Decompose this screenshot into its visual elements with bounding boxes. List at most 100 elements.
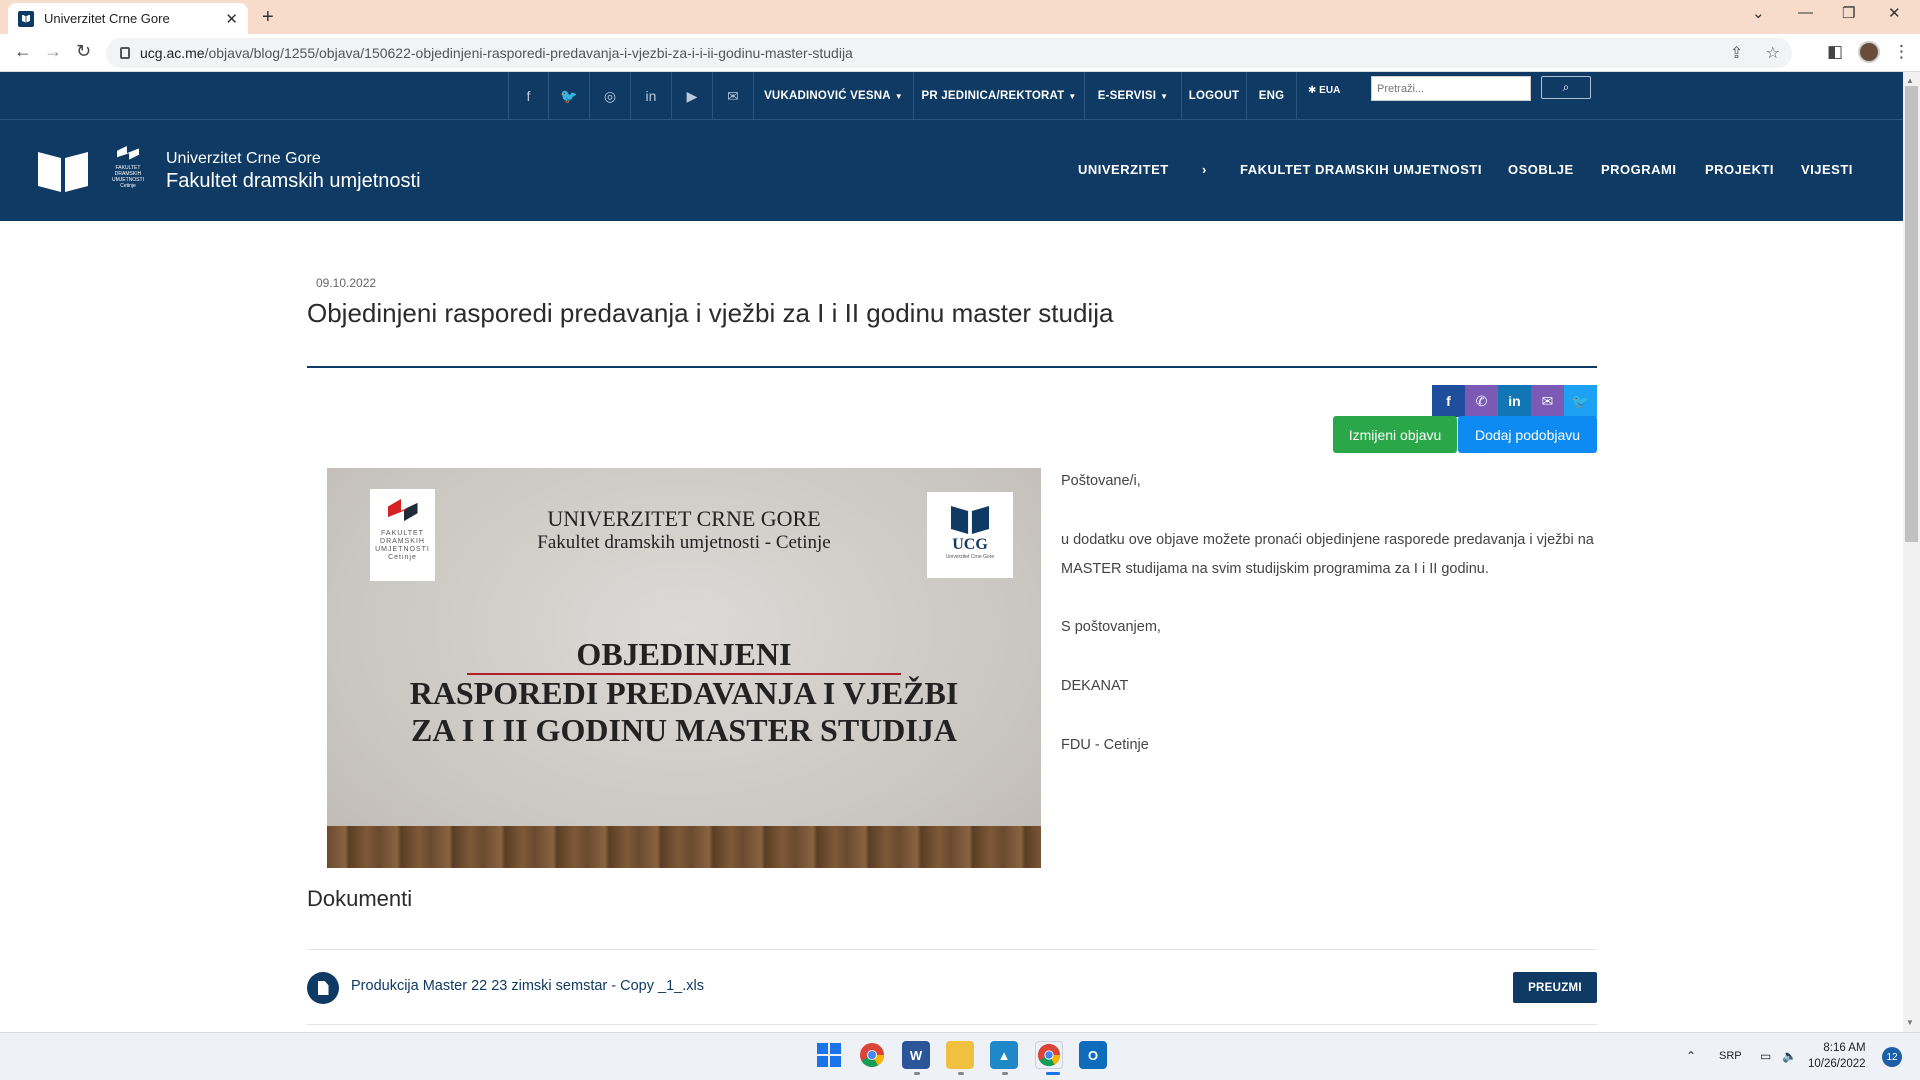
share-facebook-button[interactable]: f	[1432, 385, 1465, 417]
browser-tab-bar: Univerzitet Crne Gore ✕ + ⌄ — ❐ ✕	[0, 0, 1920, 34]
volume-icon[interactable]: 🔈	[1782, 1049, 1797, 1063]
document-link[interactable]: Produkcija Master 22 23 zimski semstar -…	[351, 978, 704, 994]
clock-date: 10/26/2022	[1808, 1058, 1866, 1070]
browser-menu-icon[interactable]: ⋮	[1893, 42, 1910, 62]
body-paragraph: u dodatku ove objave možete pronaći obje…	[1061, 531, 1594, 577]
fdu-logo-text: FAKULTET DRAMSKIH UMJETNOSTI Cetinje	[112, 165, 144, 189]
input-language[interactable]: SRP	[1719, 1050, 1742, 1062]
photos-running-indicator	[1002, 1072, 1008, 1075]
scrollbar-thumb[interactable]	[1905, 86, 1918, 542]
omnibox-actions: ⇪ ☆	[1730, 43, 1780, 63]
logout-label: LOGOUT	[1188, 90, 1240, 102]
fdu-mark-icon	[117, 146, 139, 160]
side-panel-icon[interactable]: ◧	[1827, 42, 1843, 62]
notification-badge[interactable]: 12	[1882, 1047, 1902, 1067]
profile-avatar[interactable]	[1858, 41, 1880, 63]
nav-fakultet[interactable]: FAKULTET DRAMSKIH UMJETNOSTI	[1240, 162, 1482, 177]
brand-faculty[interactable]: Fakultet dramskih umjetnosti	[166, 170, 421, 193]
clock-time: 8:16 AM	[1823, 1042, 1866, 1054]
forward-icon[interactable]: →	[44, 41, 62, 62]
nav-vijesti[interactable]: VIJESTI	[1801, 162, 1853, 177]
close-window-icon[interactable]: ✕	[1888, 4, 1901, 22]
add-subpost-button[interactable]: Dodaj podobjavu	[1458, 416, 1597, 453]
mail-icon[interactable]: ✉	[713, 72, 754, 120]
facebook-icon: f	[1446, 393, 1451, 409]
eservisi-menu-label: E-SERVISI	[1097, 90, 1157, 102]
word-running-indicator	[914, 1072, 920, 1075]
ucg-book-logo-icon[interactable]	[38, 152, 88, 192]
youtube-icon[interactable]: ▶	[672, 72, 713, 120]
windows-start-icon[interactable]	[815, 1041, 843, 1069]
address-bar-row: ← → ↻ ucg.ac.me/objava/blog/1255/objava/…	[0, 34, 1920, 72]
nav-programi[interactable]: PROGRAMI	[1601, 162, 1677, 177]
outlook-icon[interactable]: O	[1079, 1041, 1107, 1069]
close-tab-icon[interactable]: ✕	[225, 10, 238, 28]
search-icon: ⌕	[1562, 80, 1570, 94]
show-hidden-icons-icon[interactable]: ⌃	[1686, 1049, 1696, 1063]
pr-menu[interactable]: PR JEDINICA/REKTORAT ▼	[914, 72, 1085, 120]
image-heading-2: Fakultet dramskih umjetnosti - Cetinje	[537, 532, 831, 553]
chrome-profile-icon[interactable]	[1035, 1041, 1063, 1069]
document-file-icon	[307, 972, 339, 1004]
site-favicon-icon	[18, 10, 34, 27]
eua-logo[interactable]: ✱ EUA	[1308, 85, 1340, 96]
body-spacer	[1061, 496, 1601, 525]
file-explorer-icon[interactable]	[946, 1041, 974, 1069]
share-email-button[interactable]: ✉	[1531, 385, 1564, 417]
network-icon[interactable]: ▭	[1760, 1049, 1771, 1063]
chevron-down-icon: ▼	[894, 91, 903, 101]
share-viber-button[interactable]: ✆	[1465, 385, 1498, 417]
tab-title: Univerzitet Crne Gore	[44, 11, 170, 26]
body-spacer	[1061, 643, 1601, 672]
system-clock[interactable]: 8:16 AM 10/26/2022	[1808, 1040, 1866, 1072]
image-banner-2: RASPOREDI PREDAVANJA I VJEŽBI	[409, 675, 959, 711]
download-button[interactable]: PREUZMI	[1513, 972, 1597, 1003]
share-page-icon[interactable]: ⇪	[1730, 45, 1743, 62]
reload-icon[interactable]: ↻	[76, 41, 91, 62]
language-eng-link[interactable]: ENG	[1247, 72, 1297, 120]
site-search-input[interactable]	[1371, 76, 1531, 101]
tab-search-chevron-icon[interactable]: ⌄	[1752, 4, 1765, 22]
scroll-down-icon[interactable]: ▼	[1906, 1018, 1914, 1027]
facebook-icon[interactable]: f	[508, 72, 549, 120]
url-path: /objava/blog/1255/objava/150622-objedinj…	[204, 45, 853, 61]
user-menu[interactable]: VUKADINOVIĆ VESNA ▼	[754, 72, 914, 120]
post-body: Poštovane/i, u dodatku ove objave možete…	[1061, 467, 1601, 760]
restore-icon[interactable]: ❐	[1842, 4, 1855, 22]
back-icon[interactable]: ←	[14, 41, 32, 62]
nav-osoblje[interactable]: OSOBLJE	[1508, 162, 1574, 177]
browser-tab[interactable]: Univerzitet Crne Gore ✕	[8, 3, 248, 34]
twitter-icon[interactable]: 🐦	[549, 72, 590, 120]
body-paragraph: S poštovanjem,	[1061, 619, 1161, 636]
linkedin-icon: in	[1508, 393, 1521, 409]
logout-link[interactable]: LOGOUT	[1182, 72, 1247, 120]
nav-projekti[interactable]: PROJEKTI	[1705, 162, 1774, 177]
scroll-up-icon[interactable]: ▲	[1906, 76, 1914, 85]
minimize-icon[interactable]: —	[1798, 4, 1813, 21]
chrome-icon[interactable]	[858, 1041, 886, 1069]
edit-post-button[interactable]: Izmijeni objavu	[1333, 416, 1457, 453]
fdu-logo[interactable]: FAKULTET DRAMSKIH UMJETNOSTI Cetinje	[108, 146, 148, 198]
nav-separator-icon: ›	[1202, 162, 1207, 177]
post-date: 09.10.2022	[316, 276, 377, 290]
bookmark-star-icon[interactable]: ☆	[1766, 45, 1780, 62]
word-icon[interactable]: W	[902, 1041, 930, 1069]
search-button[interactable]: ⌕	[1541, 76, 1591, 99]
chevron-down-icon: ▼	[1160, 91, 1169, 101]
linkedin-icon[interactable]: in	[631, 72, 672, 120]
share-linkedin-button[interactable]: in	[1498, 385, 1531, 417]
eservisi-menu[interactable]: E-SERVISI ▼	[1085, 72, 1182, 120]
url-omnibox[interactable]: ucg.ac.me/objava/blog/1255/objava/150622…	[106, 38, 1792, 68]
body-spacer	[1061, 701, 1601, 730]
chrome-active-indicator	[1046, 1072, 1060, 1075]
instagram-icon[interactable]: ◎	[590, 72, 631, 120]
chevron-down-icon: ▼	[1068, 91, 1077, 101]
photos-icon[interactable]: ▲	[990, 1041, 1018, 1069]
share-twitter-button[interactable]: 🐦	[1564, 385, 1597, 417]
nav-univerzitet[interactable]: UNIVERZITET	[1078, 162, 1169, 177]
brand-university[interactable]: Univerzitet Crne Gore	[166, 150, 321, 168]
twitter-icon: 🐦	[1571, 392, 1590, 409]
new-tab-icon[interactable]: +	[262, 6, 274, 29]
image-heading-1: UNIVERZITET CRNE GORE	[547, 506, 821, 531]
image-ucg-sub: Univerzitet Crne Gore	[945, 554, 995, 560]
